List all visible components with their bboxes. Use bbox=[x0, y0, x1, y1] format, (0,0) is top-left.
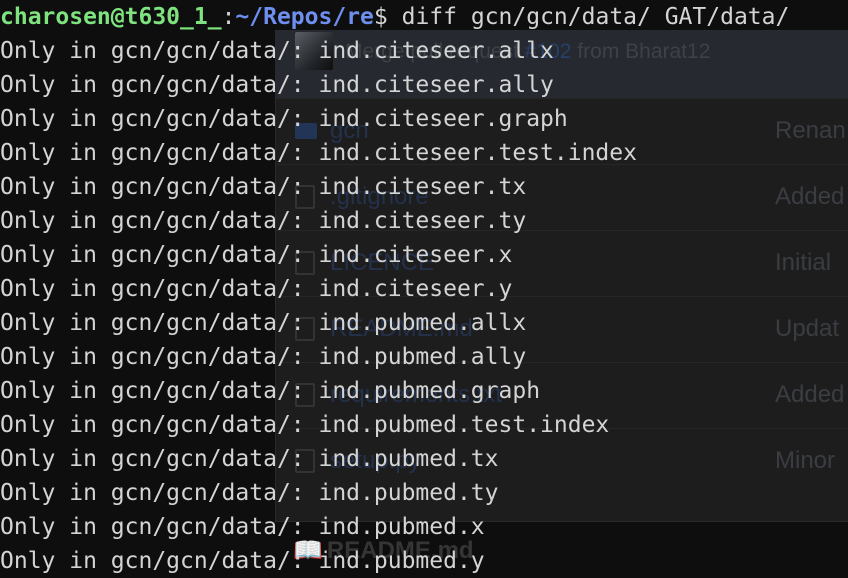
prompt-separator: : bbox=[221, 4, 236, 30]
output-line: Only in gcn/gcn/data/: ind.pubmed.graph bbox=[0, 378, 541, 404]
output-line: Only in gcn/gcn/data/: ind.pubmed.ally bbox=[0, 344, 527, 370]
terminal-window[interactable]: charosen@t630_1_:~/Repos/re$ diff gcn/gc… bbox=[0, 0, 848, 576]
prompt-user-host: charosen@t630_1_ bbox=[0, 4, 222, 30]
output-line: Only in gcn/gcn/data/: ind.citeseer.x bbox=[0, 242, 513, 268]
command-text: diff gcn/gcn/data/ GAT/data/ bbox=[387, 4, 790, 30]
output-line: Only in gcn/gcn/data/: ind.citeseer.y bbox=[0, 276, 513, 302]
output-line: Only in gcn/gcn/data/: ind.pubmed.ty bbox=[0, 480, 499, 506]
output-line: Only in gcn/gcn/data/: ind.citeseer.test… bbox=[0, 140, 637, 166]
command-line: charosen@t630_1_:~/Repos/re$ diff gcn/gc… bbox=[0, 0, 789, 34]
output-line: Only in gcn/gcn/data/: ind.pubmed.tx bbox=[0, 446, 499, 472]
prompt-path: ~/Repos/re bbox=[235, 4, 374, 30]
output-line: Only in gcn/gcn/data/: ind.pubmed.allx bbox=[0, 310, 527, 336]
output-line: Only in gcn/gcn/data/: ind.pubmed.y bbox=[0, 548, 485, 574]
output-line: Only in gcn/gcn/data/: ind.citeseer.allx bbox=[0, 38, 554, 64]
prompt-symbol: $ bbox=[373, 4, 388, 30]
output-line: Only in gcn/gcn/data/: ind.pubmed.test.i… bbox=[0, 412, 610, 438]
output-line: Only in gcn/gcn/data/: ind.citeseer.ally bbox=[0, 72, 554, 98]
output-line: Only in gcn/gcn/data/: ind.citeseer.grap… bbox=[0, 106, 568, 132]
output-line: Only in gcn/gcn/data/: ind.citeseer.tx bbox=[0, 174, 527, 200]
output-line: Only in gcn/gcn/data/: ind.citeseer.ty bbox=[0, 208, 527, 234]
output-line: Only in gcn/gcn/data/: ind.pubmed.x bbox=[0, 514, 485, 540]
